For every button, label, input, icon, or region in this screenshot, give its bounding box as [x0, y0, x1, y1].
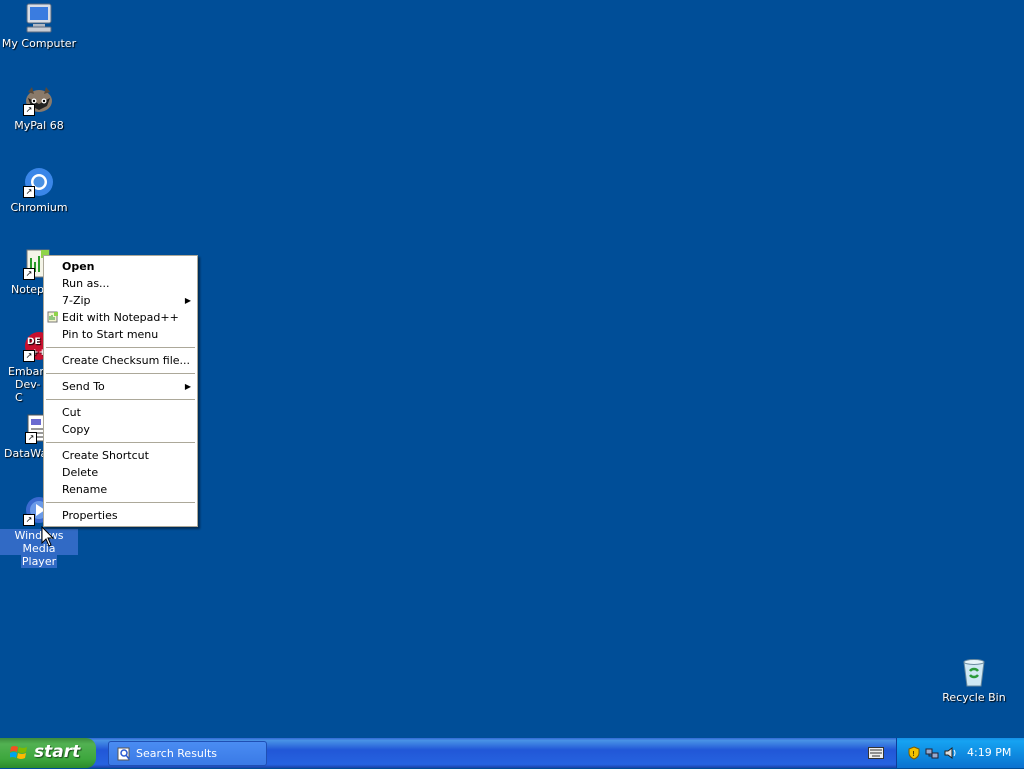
chromium-icon: ↗ — [23, 166, 55, 198]
context-menu: Open Run as... 7-Zip ▶ Edit with Notepad+… — [43, 255, 198, 527]
menu-separator — [46, 442, 195, 443]
submenu-arrow-icon: ▶ — [184, 296, 191, 305]
menu-item-copy[interactable]: Copy — [44, 421, 197, 438]
menu-item-rename[interactable]: Rename — [44, 481, 197, 498]
svg-text:!: ! — [912, 750, 915, 758]
menu-item-cut[interactable]: Cut — [44, 404, 197, 421]
network-icon[interactable] — [925, 746, 939, 760]
mouse-pointer-icon — [41, 525, 55, 548]
desktop-icon-label: My Computer — [1, 37, 77, 50]
my-computer-icon — [23, 2, 55, 34]
notepadpp-mini-icon — [47, 311, 59, 323]
menu-item-properties[interactable]: Properties — [44, 507, 197, 524]
taskbar-button-search-results[interactable]: Search Results — [108, 741, 267, 766]
shortcut-arrow-icon: ↗ — [23, 350, 35, 362]
search-results-icon — [117, 746, 131, 761]
taskbar: start Search Results ! 4:19 PM — [0, 738, 1024, 768]
menu-item-create-checksum[interactable]: Create Checksum file... — [44, 352, 197, 369]
recycle-bin-icon — [958, 656, 990, 688]
menu-item-label: Cut — [62, 406, 81, 419]
menu-item-label: Rename — [62, 483, 108, 496]
shortcut-arrow-icon: ↗ — [25, 432, 37, 444]
menu-item-label: Create Checksum file... — [62, 354, 191, 367]
menu-item-7zip[interactable]: 7-Zip ▶ — [44, 292, 197, 309]
menu-item-label: Open — [62, 260, 95, 273]
menu-item-send-to[interactable]: Send To ▶ — [44, 378, 197, 395]
mypal-icon: ↗ — [23, 84, 55, 116]
windows-flag-icon — [9, 745, 28, 761]
desktop-icon-datawatch[interactable]: ↗ DataWa — [0, 412, 53, 460]
menu-item-label: Create Shortcut — [62, 449, 149, 462]
start-button[interactable]: start — [0, 738, 96, 768]
shortcut-arrow-icon: ↗ — [23, 514, 35, 526]
menu-separator — [46, 399, 195, 400]
menu-item-open[interactable]: Open — [44, 258, 197, 275]
menu-item-label: Run as... — [62, 277, 110, 290]
desktop-icon-devcpp[interactable]: DE ++ ↗ Embarc Dev-C — [0, 330, 53, 404]
menu-item-edit-notepadpp[interactable]: Edit with Notepad++ — [44, 309, 197, 326]
menu-item-run-as[interactable]: Run as... — [44, 275, 197, 292]
menu-item-create-shortcut[interactable]: Create Shortcut — [44, 447, 197, 464]
desktop-icon-label: MyPal 68 — [14, 119, 64, 132]
submenu-arrow-icon: ▶ — [184, 382, 191, 391]
shortcut-arrow-icon: ↗ — [23, 268, 35, 280]
desktop-icon-my-computer[interactable]: My Computer — [0, 2, 78, 50]
taskbar-button-label: Search Results — [136, 747, 218, 760]
desktop-icon-label: Recycle Bin — [942, 691, 1006, 704]
clock[interactable]: 4:19 PM — [967, 738, 1011, 768]
language-bar-keyboard-icon[interactable] — [868, 747, 884, 759]
shortcut-arrow-icon: ↗ — [23, 104, 35, 116]
desktop-icon-label-line2: Dev-C — [15, 378, 41, 404]
menu-item-label: 7-Zip — [62, 294, 91, 307]
desktop-icon-label: Chromium — [10, 201, 68, 214]
desktop-icon-mypal[interactable]: ↗ MyPal 68 — [0, 84, 78, 132]
menu-separator — [46, 347, 195, 348]
menu-item-label: Edit with Notepad++ — [62, 311, 179, 324]
menu-separator — [46, 502, 195, 503]
security-shield-icon[interactable]: ! — [907, 746, 921, 760]
menu-item-label: Properties — [62, 509, 118, 522]
menu-item-label: Send To — [62, 380, 105, 393]
menu-item-label: Pin to Start menu — [62, 328, 159, 341]
desktop-icon-label-line2: Player — [20, 555, 58, 568]
svg-text:DE: DE — [27, 337, 41, 347]
menu-separator — [46, 373, 195, 374]
desktop-icon-recycle-bin[interactable]: Recycle Bin — [935, 656, 1013, 704]
desktop-icon-chromium[interactable]: ↗ Chromium — [0, 166, 78, 214]
shortcut-arrow-icon: ↗ — [23, 186, 35, 198]
system-tray: ! 4:19 PM — [896, 738, 1024, 768]
desktop-icon-label: Windows Media — [0, 529, 78, 555]
menu-item-pin-start[interactable]: Pin to Start menu — [44, 326, 197, 343]
menu-item-label: Copy — [62, 423, 90, 436]
start-label: start — [34, 742, 81, 762]
speaker-icon[interactable] — [943, 746, 957, 760]
menu-item-label: Delete — [62, 466, 99, 479]
desktop-icon-label: DataWa — [4, 447, 48, 460]
menu-item-delete[interactable]: Delete — [44, 464, 197, 481]
